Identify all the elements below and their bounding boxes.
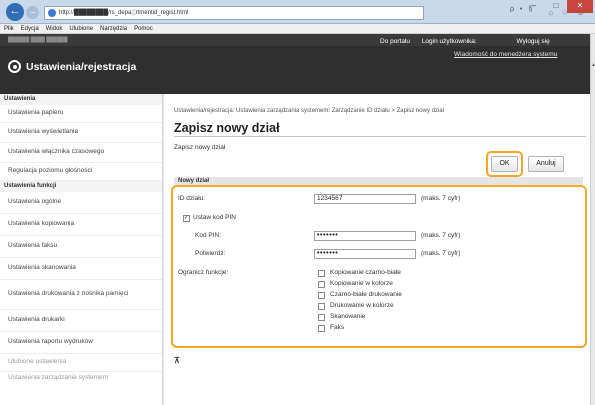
menu-file[interactable]: Plik	[4, 24, 14, 33]
confirm-pin-label: Potwierdź:	[195, 250, 226, 257]
sidebar-item-display[interactable]: Ustawienia wyświetlania	[0, 123, 162, 143]
pin-hint: (maks. 7 cyfr)	[421, 232, 461, 239]
sidebar-section-functions: Ustawienia funkcji	[0, 181, 162, 192]
forward-arrow-icon[interactable]: →	[26, 6, 39, 19]
set-pin-label: Ustaw kod PIN	[193, 214, 236, 221]
breadcrumb: Ustawienia/rejestracja: Ustawienia zarzą…	[174, 108, 444, 114]
header-links: Do portalu Login użytkownika: Wyloguj si…	[380, 38, 560, 45]
maximize-icon[interactable]: □	[545, 0, 567, 13]
app-title-text: Ustawienia/rejestracja	[26, 60, 137, 73]
function-checkbox[interactable]	[318, 303, 325, 310]
menu-edit[interactable]: Edycja	[21, 24, 39, 33]
page-icon	[48, 9, 56, 17]
function-checkbox[interactable]	[318, 314, 325, 321]
sidebar-item-scan[interactable]: Ustawienia skanowania	[0, 258, 162, 280]
sidebar-section-settings: Ustawienia	[0, 94, 162, 105]
sidebar-item-printer[interactable]: Ustawienia drukarki	[0, 310, 162, 332]
function-label: Skanowanie	[330, 313, 366, 320]
ok-button[interactable]: OK	[491, 156, 518, 172]
function-label: Faks	[330, 324, 345, 331]
browser-menubar: Plik Edycja Widok Ulubione Narzędzia Pom…	[0, 24, 595, 34]
app-header: ██████ ████ ██████ Do portalu Login użyt…	[0, 34, 590, 94]
sidebar-item-general[interactable]: Ustawienia ogólne	[0, 192, 162, 214]
sidebar-item-copy[interactable]: Ustawienia kopiowania	[0, 214, 162, 236]
function-checkbox[interactable]	[318, 292, 325, 299]
logout-link[interactable]: Wyloguj się	[517, 38, 550, 45]
form-highlight-frame	[171, 185, 587, 348]
sidebar-item-timer[interactable]: Ustawienia włącznika czasowego	[0, 143, 162, 163]
title-divider	[174, 136, 586, 137]
address-bar[interactable]: http://████████/rs_depa░rtmentid_regist.…	[44, 6, 424, 20]
browser-titlebar: ← → http://████████/rs_depa░rtmentid_reg…	[0, 0, 595, 24]
function-label: Kopiowanie czarno-białe	[330, 269, 401, 276]
sidebar-item-memory-print[interactable]: Ustawienia drukowania z nośnika pamięci	[0, 280, 162, 310]
sidebar-item-report[interactable]: Ustawienia raportu wydruków	[0, 332, 162, 354]
page-scrollbar[interactable]: ▲	[590, 34, 595, 405]
product-name: ██████ ████ ██████	[8, 37, 68, 43]
sidebar: Ustawienia Ustawienia papieru Ustawienia…	[0, 94, 163, 405]
pin-label: Kod PIN:	[195, 232, 222, 239]
login-user-label: Login użytkownika:	[421, 38, 477, 45]
address-url: http://████████/rs_depa░rtmentid_regist.…	[59, 10, 189, 16]
department-id-label: ID działu:	[178, 195, 206, 202]
function-checkbox[interactable]	[318, 325, 325, 332]
app-title: Ustawienia/rejestracja	[8, 60, 136, 73]
cancel-button[interactable]: Anuluj	[528, 156, 564, 172]
minimize-icon[interactable]: –	[523, 0, 545, 13]
function-label: Drukowanie w kolorze	[330, 302, 394, 309]
menu-help[interactable]: Pomoc	[134, 24, 153, 33]
back-to-top-icon[interactable]: ⊼	[174, 356, 180, 365]
close-icon[interactable]: ✕	[567, 0, 593, 13]
confirm-pin-hint: (maks. 7 cyfr)	[421, 250, 461, 257]
back-arrow-icon[interactable]: ←	[6, 3, 24, 21]
menu-view[interactable]: Widok	[46, 24, 63, 33]
menu-tools[interactable]: Narzędzia	[100, 24, 127, 33]
sidebar-item-system[interactable]: Ustawienia zarządzania systemem	[0, 372, 162, 384]
department-id-hint: (maks. 7 cyfr)	[421, 195, 461, 202]
confirm-pin-input[interactable]: •••••••	[314, 249, 416, 259]
function-label: Kopiowanie w kolorze	[330, 280, 393, 287]
scroll-up-arrow-icon[interactable]: ▲	[591, 62, 595, 68]
restrict-functions-label: Ogranicz funkcje:	[178, 269, 229, 276]
sidebar-item-volume[interactable]: Regulacja poziomu głośności	[0, 163, 162, 181]
sidebar-item-fax[interactable]: Ustawienia faksu	[0, 236, 162, 258]
main-content: Ustawienia/rejestracja: Ustawienia zarzą…	[164, 94, 590, 405]
pin-input[interactable]: •••••••	[314, 231, 416, 241]
function-checkbox[interactable]	[318, 270, 325, 277]
function-checkbox[interactable]	[318, 281, 325, 288]
window-controls: – □ ✕	[523, 0, 593, 13]
sidebar-item-favorites[interactable]: Ulubione ustawienia	[0, 354, 162, 372]
function-label: Czarno-białe drukowanie	[330, 291, 402, 298]
settings-gear-icon	[8, 60, 21, 73]
set-pin-checkbox[interactable]: ✓	[183, 215, 190, 222]
portal-link[interactable]: Do portalu	[380, 38, 410, 45]
department-id-input[interactable]: 1234567	[314, 194, 416, 204]
menu-favorites[interactable]: Ulubione	[69, 24, 93, 33]
message-to-manager-link[interactable]: Wiadomość do menedżera systemu	[454, 51, 557, 58]
sidebar-item-paper[interactable]: Ustawienia papieru	[0, 105, 162, 123]
page-title: Zapisz nowy dział	[174, 121, 280, 135]
page-subtitle: Zapisz nowy dział	[174, 144, 226, 151]
